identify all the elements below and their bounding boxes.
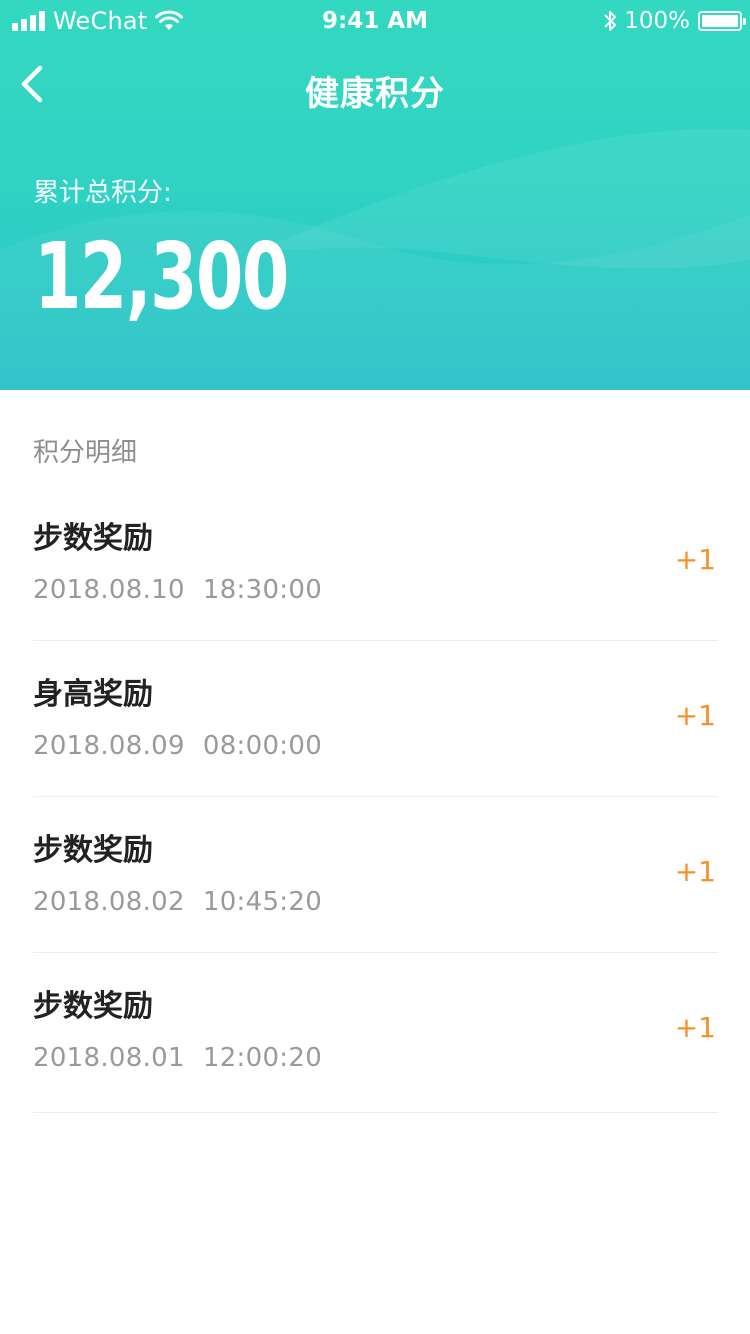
list-item[interactable]: 步数奖励 2018.08.10 18:30:00 +1 [33,485,718,641]
list-item[interactable]: 步数奖励 2018.08.01 12:00:20 +1 [33,953,718,1113]
battery-percent: 100% [624,8,690,34]
item-time: 08:00:00 [202,731,323,761]
header-banner: WeChat 9:41 AM 100% 健康积分 累计总积分: 12,300 [0,0,750,390]
item-time: 10:45:20 [202,887,323,917]
list-item[interactable]: 身高奖励 2018.08.09 08:00:00 +1 [33,641,718,797]
points-detail-list: 步数奖励 2018.08.10 18:30:00 +1 身高奖励 2018.08.… [33,485,718,1113]
item-date: 2018.08.09 [33,731,185,761]
item-time: 12:00:20 [202,1043,323,1073]
item-date: 2018.08.02 [33,887,185,917]
item-timestamp: 2018.08.01 12:00:20 [33,1043,322,1073]
item-timestamp: 2018.08.02 10:45:20 [33,887,322,917]
bluetooth-icon [604,11,617,31]
item-date: 2018.08.01 [33,1043,185,1073]
item-date: 2018.08.10 [33,575,185,605]
item-title: 步数奖励 [33,521,153,556]
status-bar: WeChat 9:41 AM 100% [0,0,750,44]
screen: WeChat 9:41 AM 100% 健康积分 累计总积分: 12,300 积… [0,0,750,1334]
item-points: +1 [674,855,716,888]
item-points: +1 [674,699,716,732]
item-points: +1 [674,1011,716,1044]
item-points: +1 [674,543,716,576]
item-time: 18:30:00 [202,575,323,605]
section-title: 积分明细 [33,438,138,468]
page-title: 健康积分 [305,74,445,114]
total-points-label: 累计总积分: [33,178,172,208]
battery-icon [698,11,746,31]
list-item[interactable]: 步数奖励 2018.08.02 10:45:20 +1 [33,797,718,953]
status-right: 100% [602,6,746,36]
item-title: 步数奖励 [33,989,153,1024]
total-points-value: 12,300 [34,223,289,330]
item-timestamp: 2018.08.09 08:00:00 [33,731,322,761]
item-timestamp: 2018.08.10 18:30:00 [33,575,322,605]
item-title: 步数奖励 [33,833,153,868]
item-title: 身高奖励 [33,677,153,712]
